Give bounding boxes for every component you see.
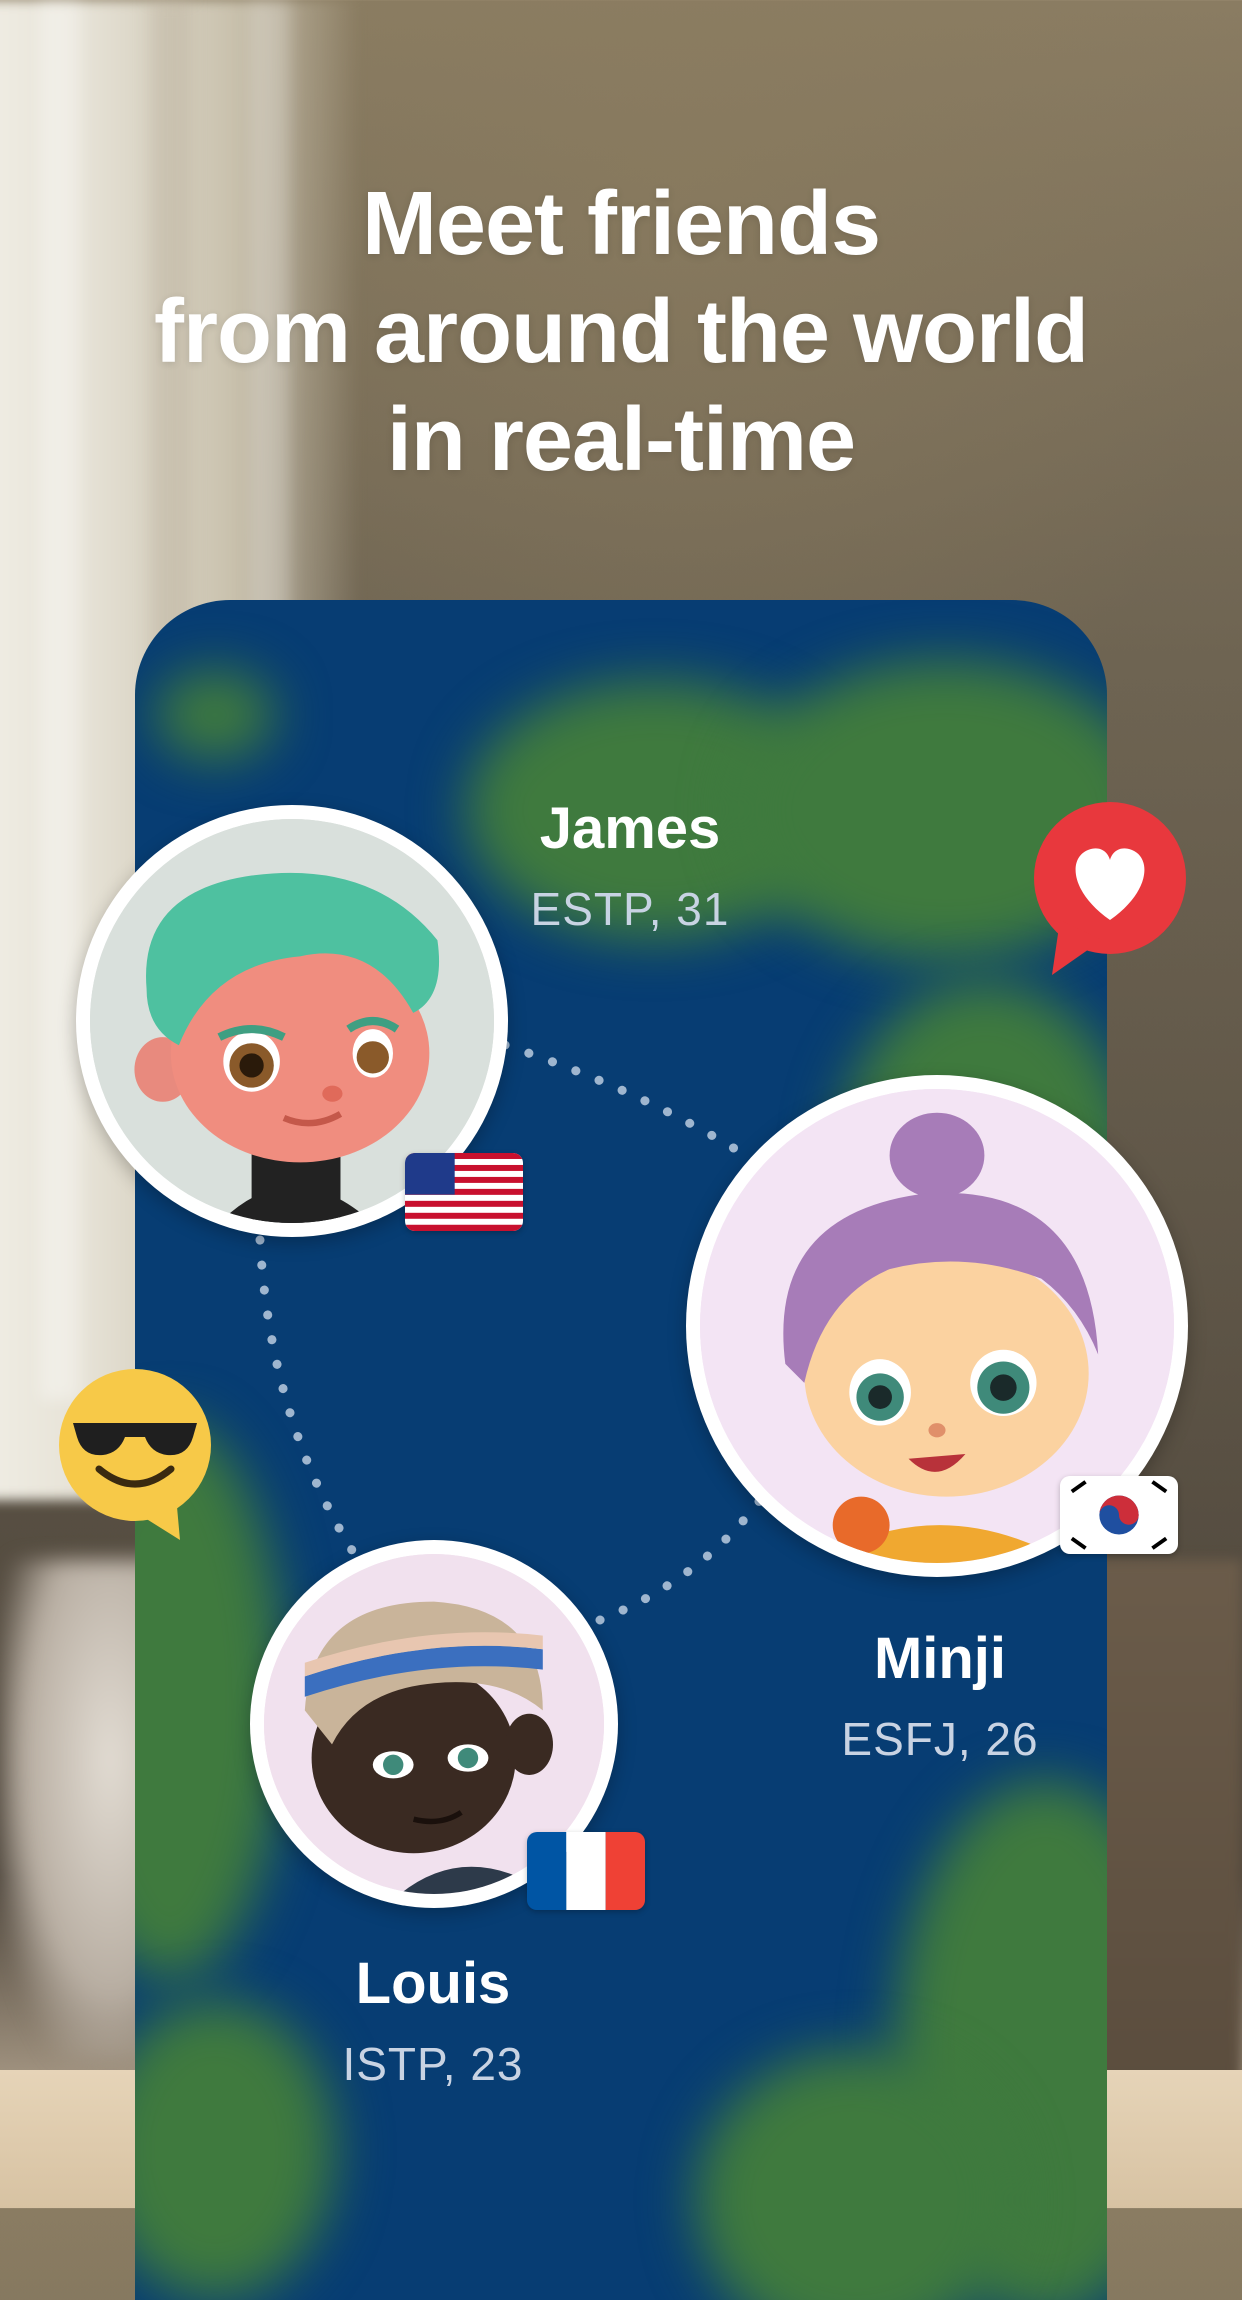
headline: Meet friends from around the world in re… — [0, 170, 1242, 494]
user-name-james: James — [539, 796, 721, 861]
user-name-minji: Minji — [873, 1626, 1007, 1691]
user-name-louis: Louis — [355, 1951, 511, 2016]
flag-france-icon — [527, 1832, 645, 1910]
flag-usa-icon — [405, 1153, 523, 1231]
user-meta-minji: ESFJ, 26 — [841, 1713, 1039, 1765]
headline-line-1: Meet friends — [361, 174, 881, 274]
headline-line-3: in real-time — [386, 390, 856, 490]
user-meta-louis: ISTP, 23 — [342, 2038, 524, 2090]
map-land — [155, 670, 275, 760]
headline-line-2: from around the world — [154, 282, 1089, 382]
heart-speech-bubble-icon — [1034, 802, 1186, 975]
user-meta-james: ESTP, 31 — [530, 883, 730, 935]
flag-south-korea-icon — [1060, 1476, 1178, 1554]
sunglasses-emoji-bubble-icon — [59, 1369, 211, 1540]
